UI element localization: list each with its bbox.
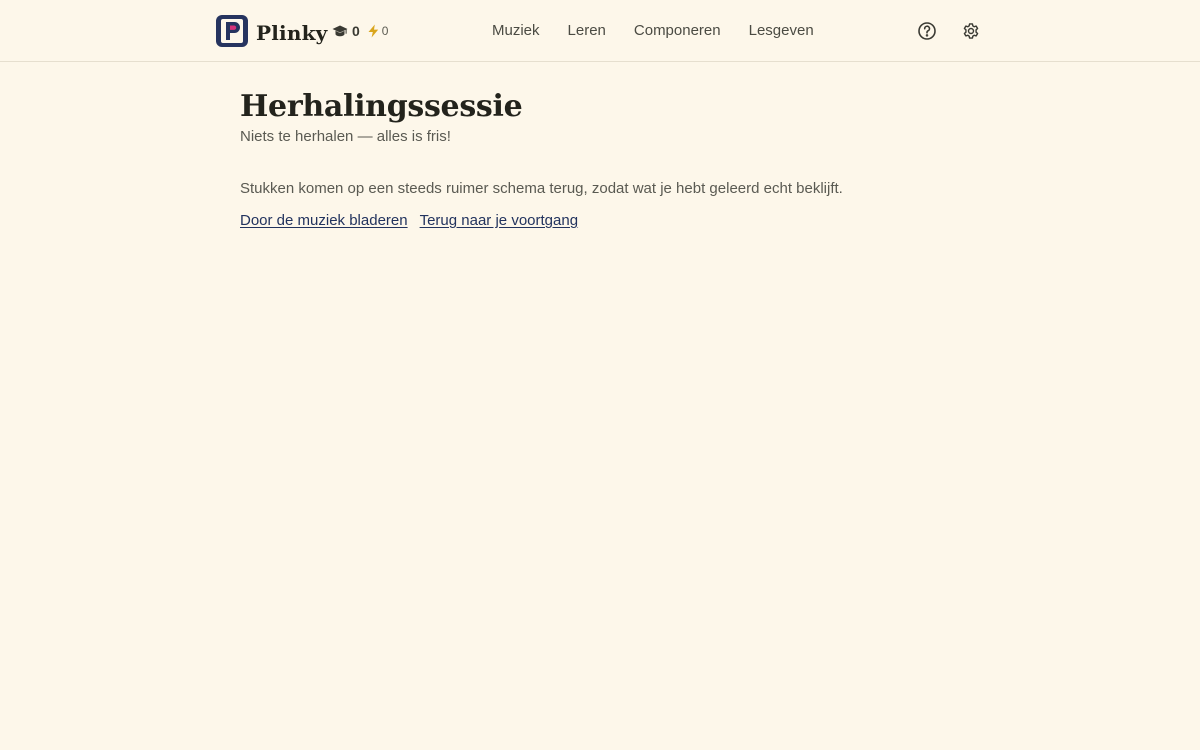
brand-name: Plinky (256, 21, 328, 45)
empty-state-subtitle: Niets te herhalen — alles is fris! (240, 128, 451, 145)
empty-state-links: Door de muziek bladeren Terug naar je vo… (240, 212, 960, 230)
top-bar: Plinky 0 0 Muziek Leren Componeren Lesge… (0, 0, 1200, 62)
xp-stat: 0 (332, 23, 360, 39)
lightning-bolt-icon (368, 24, 378, 38)
nav-item-componeren[interactable]: Componeren (634, 22, 721, 39)
nav-item-lesgeven[interactable]: Lesgeven (749, 22, 814, 39)
help-circle-icon (918, 22, 936, 40)
main-nav: Muziek Leren Componeren Lesgeven (492, 20, 814, 40)
streak-stat: 0 (367, 24, 389, 38)
review-description: Stukken komen op een steeds ruimer schem… (240, 180, 843, 197)
streak-count: 0 (381, 24, 389, 38)
settings-button[interactable] (960, 20, 982, 42)
plinky-logo-icon (216, 15, 248, 47)
nav-item-leren[interactable]: Leren (568, 22, 606, 39)
review-session: Herhalingssessie Niets te herhalen — all… (240, 86, 960, 230)
user-stats: 0 0 (332, 21, 388, 41)
browse-music-link[interactable]: Door de muziek bladeren (240, 212, 408, 230)
help-button[interactable] (916, 20, 938, 42)
gear-icon (963, 23, 979, 39)
nav-item-muziek[interactable]: Muziek (492, 22, 540, 39)
brand-home-link[interactable]: Plinky (216, 15, 327, 47)
xp-count: 0 (352, 23, 360, 39)
page-title: Herhalingssessie (240, 89, 523, 124)
header-actions (916, 20, 982, 42)
graduation-cap-icon (332, 25, 348, 37)
back-to-progress-link[interactable]: Terug naar je voortgang (420, 212, 578, 230)
